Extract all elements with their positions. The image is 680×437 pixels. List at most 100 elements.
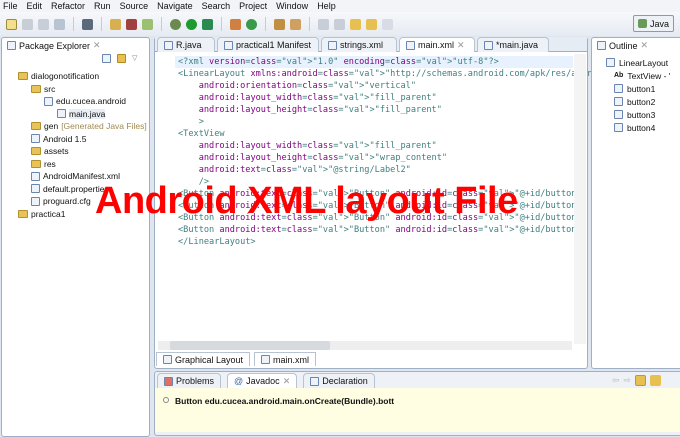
editor-tabs: R.java practical1 Manifest strings.xml m… bbox=[155, 37, 587, 52]
debug-icon[interactable] bbox=[170, 18, 181, 30]
menu-file[interactable]: File bbox=[3, 0, 18, 12]
menu-source[interactable]: Source bbox=[120, 0, 149, 12]
outline-item[interactable]: button1 bbox=[606, 82, 670, 95]
next-annotation-icon[interactable] bbox=[318, 18, 329, 30]
button-icon bbox=[614, 97, 623, 106]
link-editor-icon[interactable] bbox=[117, 54, 126, 63]
vertical-scrollbar[interactable] bbox=[574, 54, 586, 344]
menu-search[interactable]: Search bbox=[202, 0, 231, 12]
new-class-wizard-icon[interactable] bbox=[246, 18, 257, 30]
menu-window[interactable]: Window bbox=[276, 0, 308, 12]
outline-item[interactable]: button4 bbox=[606, 121, 670, 134]
outline-panel: Outline ✕ LinearLayout Ab TextView - ' butt… bbox=[591, 37, 680, 369]
outline-item-label: button1 bbox=[627, 83, 656, 94]
link-with-selection-icon[interactable] bbox=[635, 375, 647, 386]
close-icon[interactable]: ✕ bbox=[641, 40, 649, 51]
tab-strings-xml[interactable]: strings.xml bbox=[321, 37, 397, 52]
prev-annotation-icon[interactable] bbox=[334, 18, 345, 30]
tree-item[interactable]: assets bbox=[2, 145, 147, 158]
new-icon[interactable] bbox=[6, 18, 17, 30]
file-icon bbox=[44, 96, 53, 106]
horizontal-scrollbar[interactable] bbox=[158, 341, 572, 350]
bottom-tabs: Problems @ Javadoc ✕ Declaration bbox=[157, 373, 375, 388]
close-icon[interactable]: ✕ bbox=[283, 376, 291, 387]
forward-icon[interactable]: ⇨ bbox=[624, 375, 632, 386]
outline-item[interactable]: button2 bbox=[606, 95, 670, 108]
xml-source-icon bbox=[261, 355, 271, 364]
menu-project[interactable]: Project bbox=[239, 0, 267, 12]
tab-problems[interactable]: Problems bbox=[157, 373, 222, 388]
tree-item[interactable]: Android 1.5 bbox=[2, 133, 147, 146]
tree-item[interactable]: src bbox=[2, 83, 147, 96]
layout-icon bbox=[606, 58, 615, 67]
view-toolbar: ▽ bbox=[102, 54, 137, 63]
outline-icon bbox=[597, 41, 606, 50]
tab-declaration[interactable]: Declaration bbox=[303, 373, 375, 388]
java-perspective-icon bbox=[637, 19, 647, 28]
package-explorer-tab[interactable]: Package Explorer ✕ bbox=[2, 38, 106, 53]
menu-navigate[interactable]: Navigate bbox=[157, 0, 193, 12]
menu-refactor[interactable]: Refactor bbox=[51, 0, 85, 12]
back-icon[interactable]: ⇦ bbox=[612, 375, 620, 386]
last-edit-icon[interactable] bbox=[350, 18, 361, 30]
close-icon[interactable]: ✕ bbox=[457, 40, 465, 51]
folder-icon bbox=[31, 159, 41, 168]
outline-item-label: LinearLayout bbox=[619, 57, 669, 68]
tree-item[interactable]: main.java bbox=[2, 108, 147, 121]
outline-item[interactable]: button3 bbox=[606, 108, 670, 121]
package-explorer-icon bbox=[7, 41, 16, 50]
tab-main-xml-source[interactable]: main.xml bbox=[254, 352, 317, 366]
outline-item[interactable]: Ab TextView - ' bbox=[606, 69, 670, 82]
tree-item[interactable]: gen [Generated Java Files] bbox=[2, 120, 147, 133]
outline-item-label: button2 bbox=[627, 96, 656, 107]
close-icon[interactable]: ✕ bbox=[93, 40, 101, 51]
tree-item-label: Android 1.5 bbox=[43, 133, 87, 144]
folder-icon bbox=[18, 209, 28, 218]
tree-item[interactable]: res bbox=[2, 158, 147, 171]
outline-tree: LinearLayout Ab TextView - ' button1 button2… bbox=[606, 56, 670, 134]
button-icon bbox=[614, 84, 623, 93]
manifest-icon bbox=[224, 40, 233, 50]
tab-r-java[interactable]: R.java bbox=[157, 37, 215, 52]
run-icon[interactable] bbox=[186, 18, 197, 30]
folder-icon bbox=[31, 84, 41, 93]
tab-main-xml[interactable]: main.xml ✕ bbox=[399, 37, 475, 52]
print-icon[interactable] bbox=[54, 18, 65, 30]
tab-graphical-layout[interactable]: Graphical Layout bbox=[156, 352, 251, 366]
external-tools-icon[interactable] bbox=[202, 18, 213, 30]
open-input-icon[interactable] bbox=[650, 375, 662, 386]
tab-javadoc[interactable]: @ Javadoc ✕ bbox=[227, 373, 298, 388]
view-menu-icon[interactable]: ▽ bbox=[132, 54, 137, 63]
search-icon[interactable] bbox=[290, 18, 301, 30]
tree-item-label: assets bbox=[44, 146, 69, 157]
outline-tab[interactable]: Outline ✕ bbox=[592, 38, 653, 53]
tab-practical1-manifest[interactable]: practical1 Manifest bbox=[217, 37, 319, 52]
tab-main-java[interactable]: *main.java bbox=[477, 37, 549, 52]
new-class-icon[interactable] bbox=[142, 18, 153, 30]
layout-icon bbox=[163, 355, 172, 364]
collapse-all-icon[interactable] bbox=[102, 54, 111, 63]
tree-item[interactable]: dialogonotification bbox=[2, 70, 147, 83]
folder-icon bbox=[18, 72, 28, 81]
forward-icon[interactable] bbox=[382, 18, 393, 30]
menu-run[interactable]: Run bbox=[94, 0, 111, 12]
tree-item[interactable]: edu.cucea.android bbox=[2, 95, 147, 108]
folder-icon bbox=[31, 147, 41, 156]
file-icon bbox=[31, 134, 40, 144]
android-sdk-icon[interactable] bbox=[82, 18, 93, 30]
save-all-icon[interactable] bbox=[38, 18, 49, 30]
open-type-icon[interactable] bbox=[274, 18, 285, 30]
perspective-java[interactable]: Java bbox=[632, 15, 674, 32]
menu-help[interactable]: Help bbox=[317, 0, 336, 12]
save-icon[interactable] bbox=[22, 18, 33, 30]
tree-item-label: dialogonotification bbox=[31, 71, 100, 82]
menu-edit[interactable]: Edit bbox=[27, 0, 43, 12]
new-package-icon[interactable] bbox=[230, 18, 241, 30]
overlay-title: Android XML layout File bbox=[95, 180, 518, 222]
junit-icon[interactable] bbox=[126, 18, 137, 30]
java-file-icon bbox=[164, 40, 173, 50]
outline-item[interactable]: LinearLayout bbox=[606, 56, 670, 69]
back-icon[interactable] bbox=[366, 18, 377, 30]
new-project-icon[interactable] bbox=[110, 18, 121, 30]
editor-bottom-tabs: Graphical Layout main.xml bbox=[156, 352, 317, 366]
